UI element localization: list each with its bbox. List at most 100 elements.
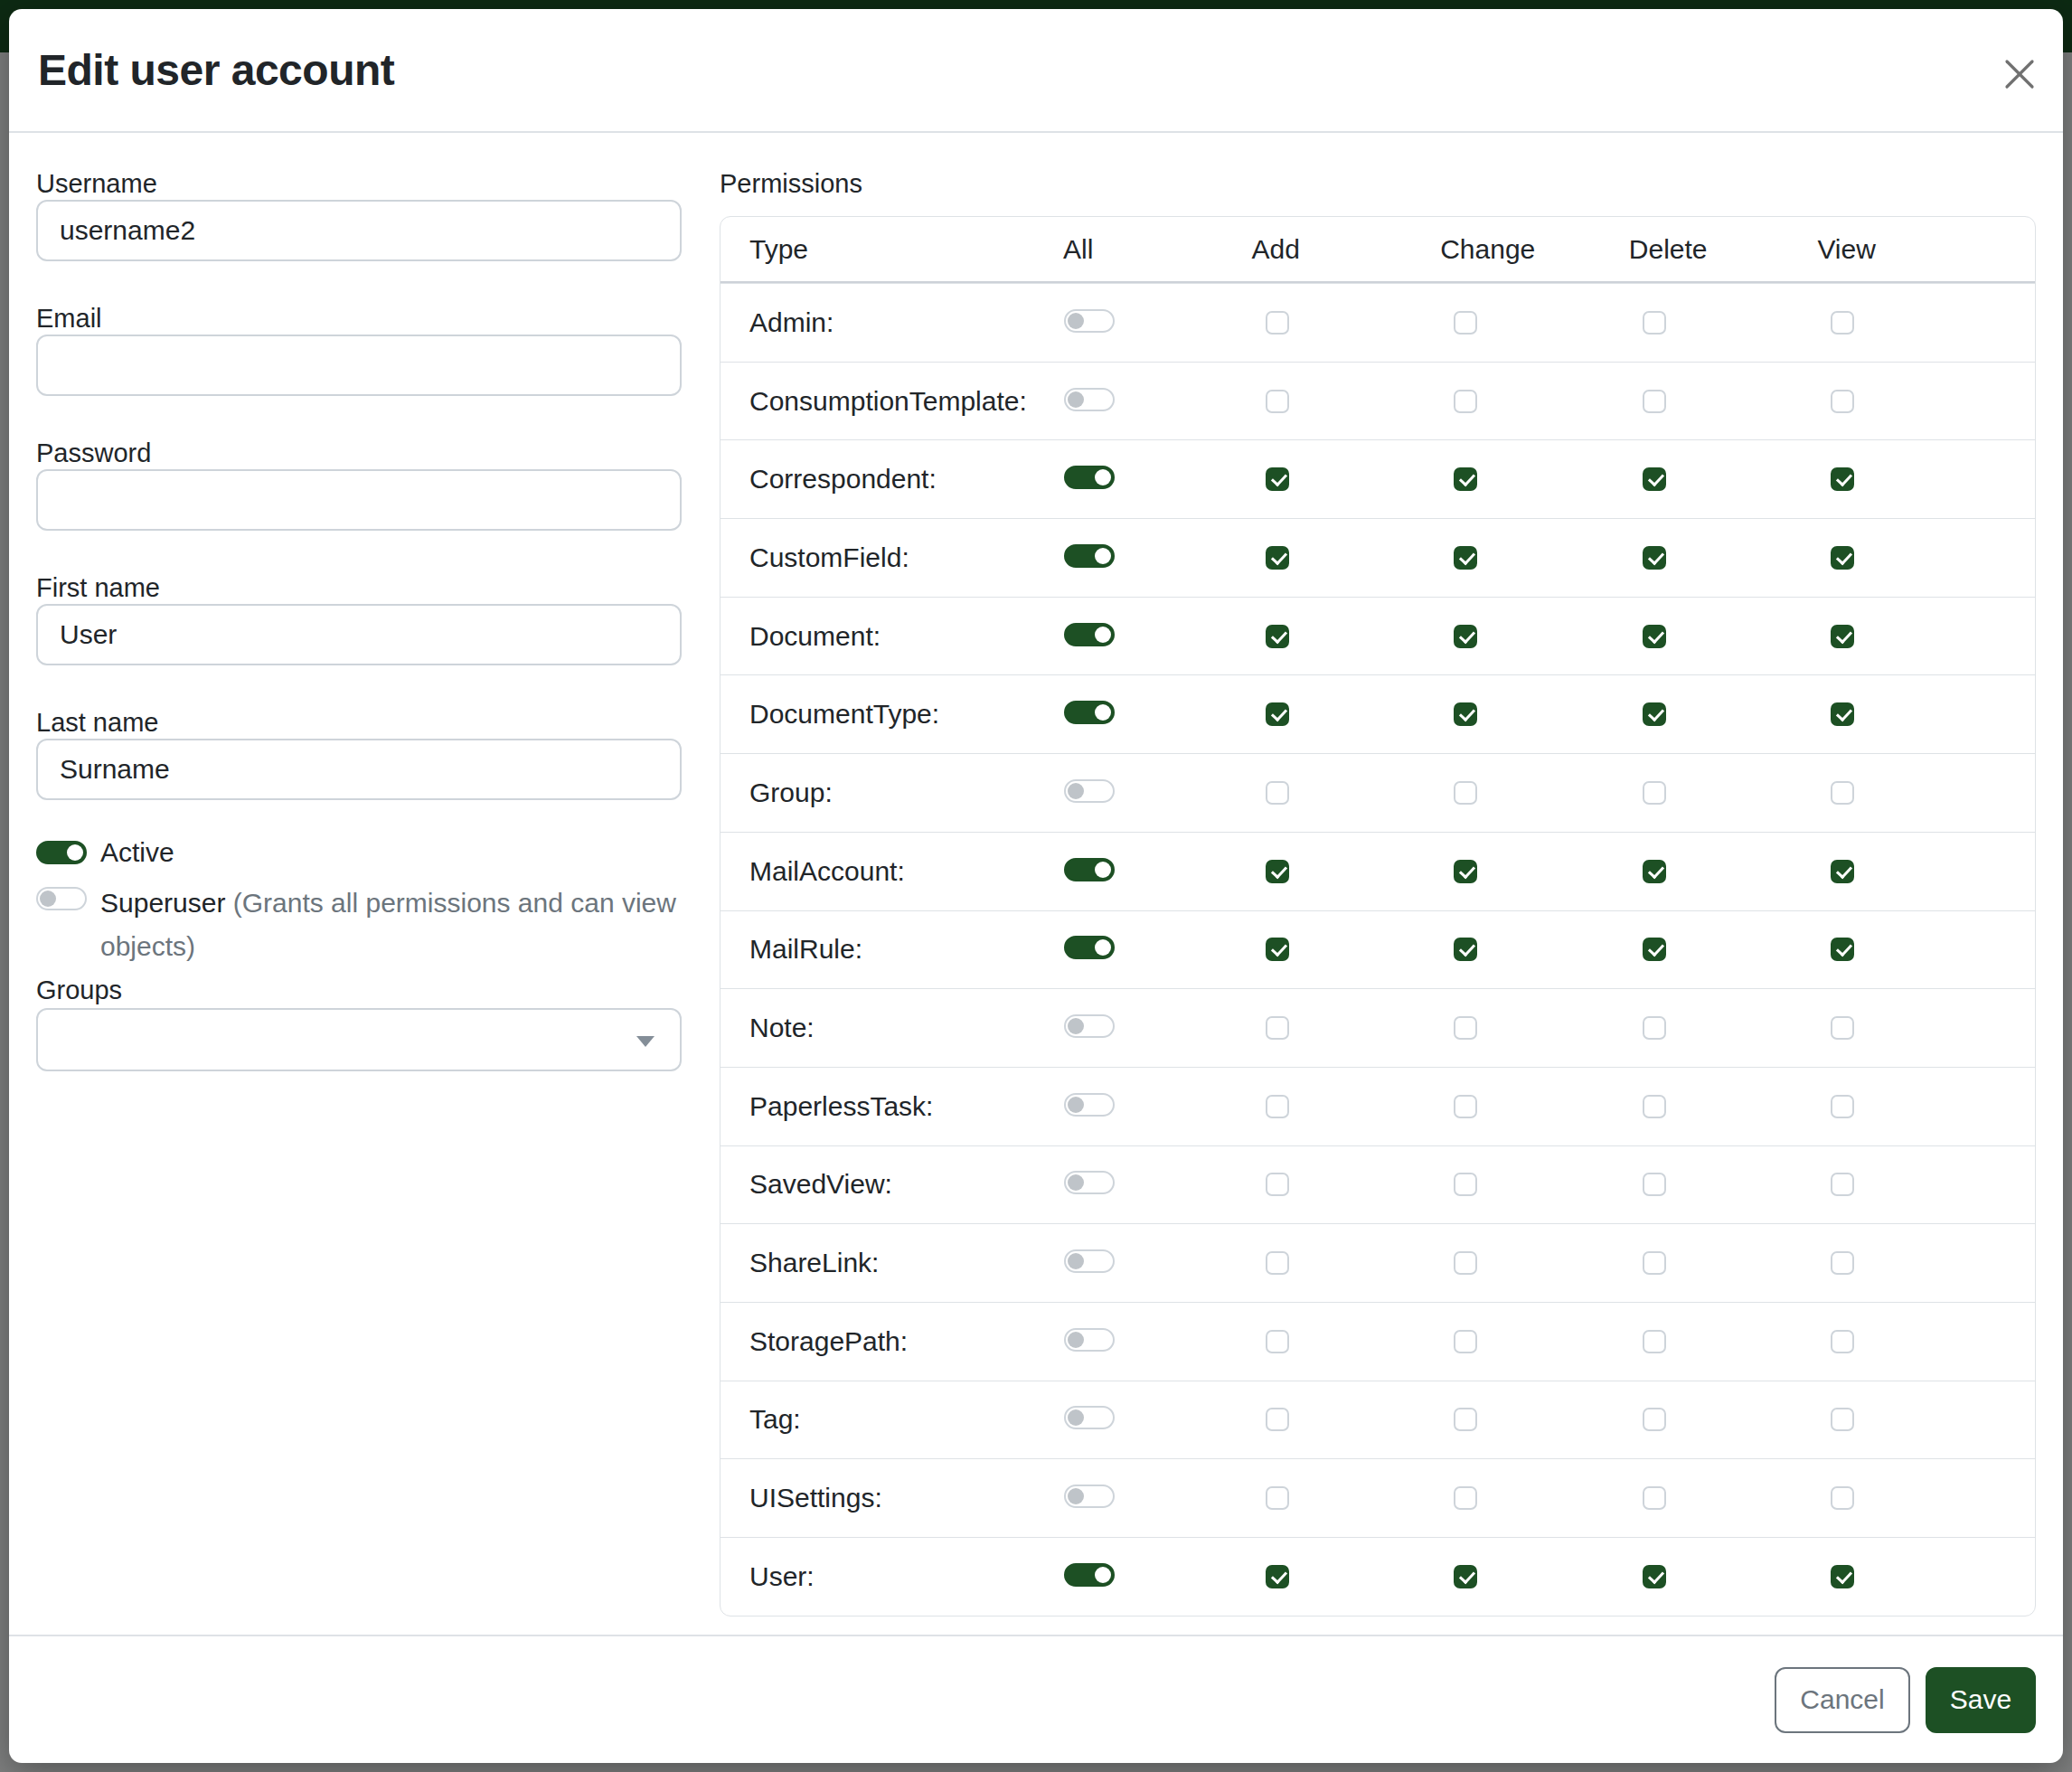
permission-view-checkbox[interactable] (1831, 1251, 1854, 1275)
permission-add-checkbox[interactable] (1266, 467, 1289, 491)
col-header-change: Change (1427, 234, 1615, 265)
permission-add-checkbox[interactable] (1266, 1251, 1289, 1275)
permission-add-checkbox[interactable] (1266, 390, 1289, 413)
permission-all-toggle[interactable] (1064, 1563, 1115, 1587)
permission-all-toggle[interactable] (1064, 544, 1115, 568)
permission-view-checkbox[interactable] (1831, 781, 1854, 805)
permission-all-toggle[interactable] (1064, 858, 1115, 881)
cancel-button[interactable]: Cancel (1775, 1667, 1910, 1733)
permission-delete-checkbox[interactable] (1643, 1330, 1666, 1353)
permission-delete-checkbox[interactable] (1643, 1173, 1666, 1196)
permission-view-checkbox[interactable] (1831, 1173, 1854, 1196)
permission-view-checkbox[interactable] (1831, 1330, 1854, 1353)
permission-change-checkbox[interactable] (1454, 938, 1477, 961)
permission-change-checkbox[interactable] (1454, 1251, 1477, 1275)
permission-view-checkbox[interactable] (1831, 1408, 1854, 1431)
permission-delete-checkbox[interactable] (1643, 1486, 1666, 1510)
permission-view-checkbox[interactable] (1831, 860, 1854, 883)
modal-body: Username Email Password First name Last … (9, 133, 2063, 1635)
permission-add-checkbox[interactable] (1266, 1486, 1289, 1510)
password-input[interactable] (36, 469, 682, 531)
username-input[interactable] (36, 200, 682, 261)
permission-all-toggle[interactable] (1064, 388, 1115, 411)
permission-add-checkbox[interactable] (1266, 702, 1289, 726)
permission-add-checkbox[interactable] (1266, 625, 1289, 648)
permission-view-checkbox[interactable] (1831, 702, 1854, 726)
permission-delete-checkbox[interactable] (1643, 390, 1666, 413)
permission-delete-checkbox[interactable] (1643, 860, 1666, 883)
permission-change-checkbox[interactable] (1454, 1330, 1477, 1353)
permission-add-checkbox[interactable] (1266, 938, 1289, 961)
permission-add-checkbox[interactable] (1266, 1565, 1289, 1588)
email-input[interactable] (36, 335, 682, 396)
first-name-input[interactable] (36, 604, 682, 665)
permission-all-toggle[interactable] (1064, 1171, 1115, 1194)
active-toggle[interactable] (36, 841, 87, 864)
permission-view-checkbox[interactable] (1831, 546, 1854, 570)
permission-change-checkbox[interactable] (1454, 1486, 1477, 1510)
permission-view-checkbox[interactable] (1831, 625, 1854, 648)
permission-delete-checkbox[interactable] (1643, 1565, 1666, 1588)
permission-add-checkbox[interactable] (1266, 1095, 1289, 1118)
permission-change-checkbox[interactable] (1454, 390, 1477, 413)
permission-all-toggle[interactable] (1064, 1014, 1115, 1038)
permission-all-toggle[interactable] (1064, 1249, 1115, 1273)
permission-add-checkbox[interactable] (1266, 1016, 1289, 1040)
permission-all-toggle[interactable] (1064, 623, 1115, 646)
permission-delete-checkbox[interactable] (1643, 467, 1666, 491)
permission-all-toggle[interactable] (1064, 466, 1115, 489)
permission-delete-checkbox[interactable] (1643, 1408, 1666, 1431)
permission-view-checkbox[interactable] (1831, 1016, 1854, 1040)
permission-all-toggle[interactable] (1064, 309, 1115, 333)
permission-view-checkbox[interactable] (1831, 311, 1854, 335)
permission-all-toggle[interactable] (1064, 1093, 1115, 1117)
permission-delete-checkbox[interactable] (1643, 702, 1666, 726)
permission-change-checkbox[interactable] (1454, 781, 1477, 805)
permission-add-checkbox[interactable] (1266, 860, 1289, 883)
permission-change-checkbox[interactable] (1454, 467, 1477, 491)
permission-change-checkbox[interactable] (1454, 1095, 1477, 1118)
permission-delete-checkbox[interactable] (1643, 625, 1666, 648)
permission-view-checkbox[interactable] (1831, 467, 1854, 491)
permission-change-checkbox[interactable] (1454, 1408, 1477, 1431)
permission-add-checkbox[interactable] (1266, 1173, 1289, 1196)
permission-all-toggle[interactable] (1064, 1485, 1115, 1508)
last-name-input[interactable] (36, 739, 682, 800)
permission-view-checkbox[interactable] (1831, 938, 1854, 961)
permission-delete-checkbox[interactable] (1643, 781, 1666, 805)
permission-change-checkbox[interactable] (1454, 1016, 1477, 1040)
permission-all-toggle[interactable] (1064, 936, 1115, 959)
permission-change-checkbox[interactable] (1454, 1173, 1477, 1196)
permission-view-checkbox[interactable] (1831, 390, 1854, 413)
permission-all-toggle[interactable] (1064, 1328, 1115, 1352)
permission-all-toggle[interactable] (1064, 779, 1115, 803)
permission-type-label: CustomField: (720, 542, 1050, 573)
permission-delete-checkbox[interactable] (1643, 1095, 1666, 1118)
permission-delete-checkbox[interactable] (1643, 1016, 1666, 1040)
permission-all-toggle[interactable] (1064, 701, 1115, 724)
permission-change-checkbox[interactable] (1454, 702, 1477, 726)
permission-change-checkbox[interactable] (1454, 625, 1477, 648)
permission-row: UISettings: (720, 1458, 2035, 1537)
permission-add-checkbox[interactable] (1266, 546, 1289, 570)
permission-delete-checkbox[interactable] (1643, 311, 1666, 335)
superuser-toggle[interactable] (36, 887, 87, 910)
permission-view-checkbox[interactable] (1831, 1565, 1854, 1588)
permission-delete-checkbox[interactable] (1643, 546, 1666, 570)
permission-add-checkbox[interactable] (1266, 781, 1289, 805)
permission-delete-checkbox[interactable] (1643, 938, 1666, 961)
permission-add-checkbox[interactable] (1266, 311, 1289, 335)
permission-add-checkbox[interactable] (1266, 1330, 1289, 1353)
permission-all-toggle[interactable] (1064, 1406, 1115, 1429)
groups-select[interactable] (36, 1008, 682, 1071)
save-button[interactable]: Save (1926, 1667, 2036, 1733)
permission-delete-checkbox[interactable] (1643, 1251, 1666, 1275)
permission-view-checkbox[interactable] (1831, 1095, 1854, 1118)
permission-change-checkbox[interactable] (1454, 860, 1477, 883)
permission-view-checkbox[interactable] (1831, 1486, 1854, 1510)
permission-change-checkbox[interactable] (1454, 546, 1477, 570)
permission-change-checkbox[interactable] (1454, 311, 1477, 335)
permission-add-checkbox[interactable] (1266, 1408, 1289, 1431)
close-icon[interactable] (2001, 55, 2039, 93)
permission-change-checkbox[interactable] (1454, 1565, 1477, 1588)
